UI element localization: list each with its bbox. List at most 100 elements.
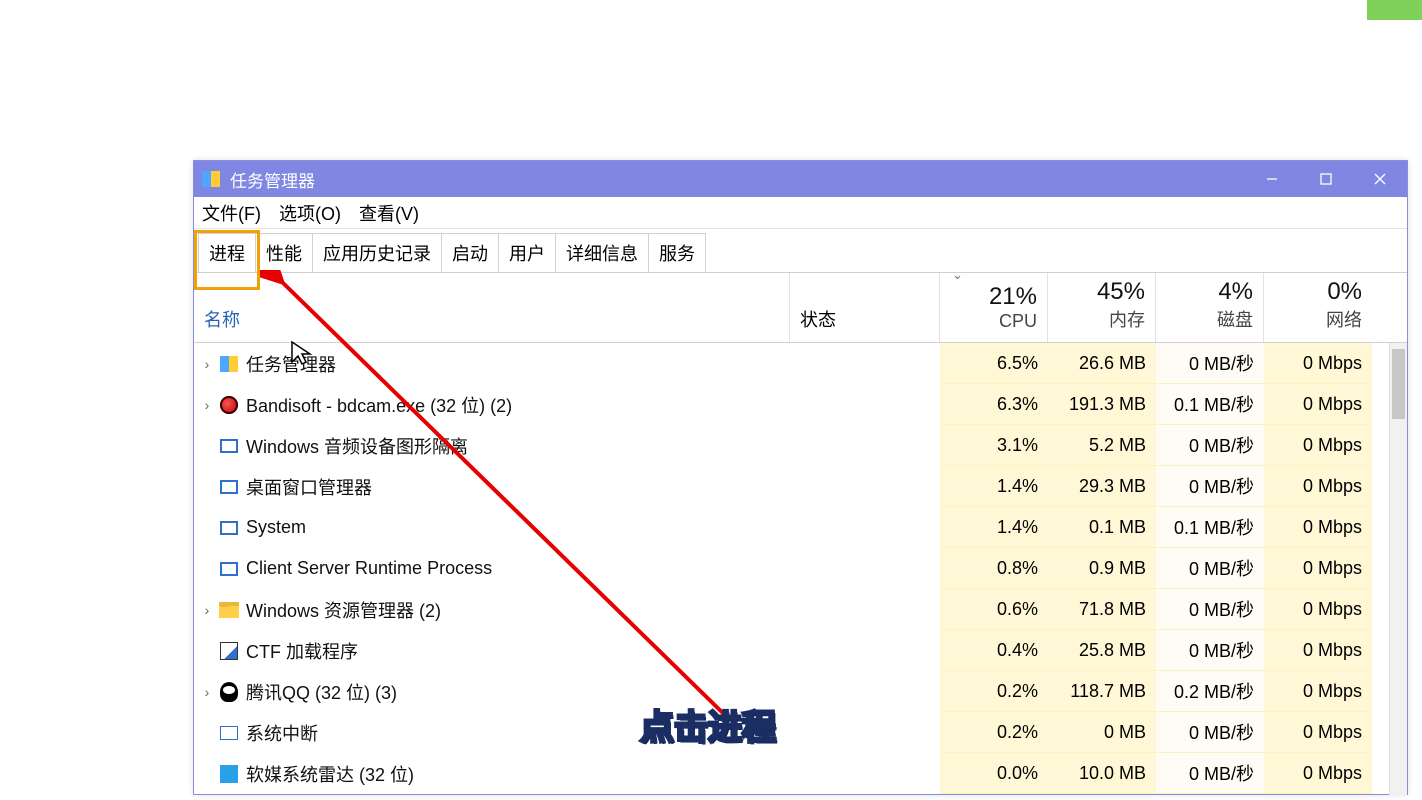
tab-performance[interactable]: 性能: [255, 233, 313, 272]
process-network: 0 Mbps: [1264, 507, 1372, 548]
table-row[interactable]: System1.4%0.1 MB0.1 MB/秒0 Mbps: [194, 507, 1407, 548]
tab-startup[interactable]: 启动: [441, 233, 499, 272]
process-cpu: 0.2%: [940, 671, 1048, 712]
table-row[interactable]: › 腾讯QQ (32 位) (3) 0.2%118.7 MB0.2 MB/秒0 Mb…: [194, 671, 1407, 712]
table-row[interactable]: › Windows 资源管理器 (2) 0.6%71.8 MB0 MB/秒0 Mbp…: [194, 589, 1407, 630]
process-icon: [218, 476, 240, 498]
process-cpu: 1.4%: [940, 466, 1048, 507]
process-network: 0 Mbps: [1264, 589, 1372, 630]
close-button[interactable]: [1353, 161, 1407, 197]
col-cpu[interactable]: ⌄ 21% CPU: [940, 273, 1048, 342]
table-row[interactable]: 系统中断0.2%0 MB0 MB/秒0 Mbps: [194, 712, 1407, 753]
col-cpu-pct: 21%: [989, 283, 1037, 311]
maximize-button[interactable]: [1299, 161, 1353, 197]
table-row[interactable]: 软媒系统雷达 (32 位)0.0%10.0 MB0 MB/秒0 Mbps: [194, 753, 1407, 794]
process-status: [790, 425, 940, 466]
process-icon: [218, 599, 240, 621]
table-rows: ›任务管理器6.5%26.6 MB0 MB/秒0 Mbps›Bandisoft …: [194, 343, 1407, 794]
table-row[interactable]: CTF 加载程序0.4%25.8 MB0 MB/秒0 Mbps: [194, 630, 1407, 671]
process-name: 腾讯QQ (32 位) (3): [246, 679, 397, 705]
process-disk: 0 MB/秒: [1156, 630, 1264, 671]
app-icon: [202, 171, 220, 187]
process-status: [790, 343, 940, 384]
table-row[interactable]: ›Bandisoft - bdcam.exe (32 位) (2)6.3%191…: [194, 384, 1407, 425]
col-cpu-label: CPU: [999, 311, 1037, 332]
process-icon: [218, 353, 240, 375]
menubar: 文件(F) 选项(O) 查看(V): [194, 197, 1407, 229]
process-status: [790, 589, 940, 630]
process-icon: [218, 394, 240, 416]
tabstrip: 进程 性能 应用历史记录 启动 用户 详细信息 服务: [194, 229, 1407, 273]
process-icon: [218, 558, 240, 580]
col-name-label: 名称: [204, 306, 779, 332]
process-network: 0 Mbps: [1264, 466, 1372, 507]
process-status: [790, 671, 940, 712]
process-memory: 10.0 MB: [1048, 753, 1156, 794]
process-name: 系统中断: [246, 720, 318, 746]
col-disk-pct: 4%: [1218, 278, 1253, 306]
process-network: 0 Mbps: [1264, 753, 1372, 794]
process-disk: 0 MB/秒: [1156, 753, 1264, 794]
process-disk: 0 MB/秒: [1156, 589, 1264, 630]
process-cpu: 0.6%: [940, 589, 1048, 630]
col-mem-pct: 45%: [1097, 278, 1145, 306]
tab-app-history[interactable]: 应用历史记录: [312, 233, 442, 272]
process-status: [790, 548, 940, 589]
process-memory: 118.7 MB: [1048, 671, 1156, 712]
process-icon: [218, 640, 240, 662]
col-network[interactable]: 0% 网络: [1264, 273, 1372, 342]
table-row[interactable]: Client Server Runtime Process0.8%0.9 MB0…: [194, 548, 1407, 589]
menu-file[interactable]: 文件(F): [202, 198, 261, 228]
process-icon: [218, 722, 240, 744]
process-memory: 71.8 MB: [1048, 589, 1156, 630]
process-status: [790, 507, 940, 548]
process-cpu: 0.2%: [940, 712, 1048, 753]
process-status: [790, 712, 940, 753]
process-memory: 25.8 MB: [1048, 630, 1156, 671]
table-row[interactable]: ›任务管理器6.5%26.6 MB0 MB/秒0 Mbps: [194, 343, 1407, 384]
col-status[interactable]: 状态: [790, 273, 940, 342]
process-cpu: 0.8%: [940, 548, 1048, 589]
expand-chevron-icon[interactable]: ›: [198, 397, 216, 413]
process-name: Windows 音频设备图形隔离: [246, 433, 468, 459]
expand-chevron-icon[interactable]: ›: [198, 684, 216, 700]
menu-options[interactable]: 选项(O): [279, 198, 341, 228]
process-status: [790, 630, 940, 671]
table-row[interactable]: 桌面窗口管理器1.4%29.3 MB0 MB/秒0 Mbps: [194, 466, 1407, 507]
scrollbar[interactable]: [1389, 343, 1407, 795]
process-disk: 0 MB/秒: [1156, 712, 1264, 753]
tab-details[interactable]: 详细信息: [555, 233, 649, 272]
col-memory[interactable]: 45% 内存: [1048, 273, 1156, 342]
process-status: [790, 466, 940, 507]
titlebar[interactable]: 任务管理器: [194, 161, 1407, 197]
scroll-thumb[interactable]: [1392, 349, 1405, 419]
process-name: System: [246, 517, 306, 538]
tab-services[interactable]: 服务: [648, 233, 706, 272]
process-name: Windows 资源管理器 (2): [246, 597, 441, 623]
expand-chevron-icon[interactable]: ›: [198, 602, 216, 618]
process-cpu: 3.1%: [940, 425, 1048, 466]
col-mem-label: 内存: [1109, 306, 1145, 332]
process-cpu: 6.5%: [940, 343, 1048, 384]
col-disk-label: 磁盘: [1217, 306, 1253, 332]
process-memory: 0 MB: [1048, 712, 1156, 753]
expand-chevron-icon[interactable]: ›: [198, 356, 216, 372]
col-disk[interactable]: 4% 磁盘: [1156, 273, 1264, 342]
minimize-button[interactable]: [1245, 161, 1299, 197]
process-cpu: 0.4%: [940, 630, 1048, 671]
sort-chevron-icon: ⌄: [952, 267, 963, 283]
process-icon: [218, 517, 240, 539]
process-name: 任务管理器: [246, 351, 336, 377]
process-disk: 0.2 MB/秒: [1156, 671, 1264, 712]
tab-users[interactable]: 用户: [498, 233, 556, 272]
tab-processes[interactable]: 进程: [198, 233, 256, 272]
col-name[interactable]: 名称: [194, 273, 790, 342]
menu-view[interactable]: 查看(V): [359, 198, 419, 228]
process-network: 0 Mbps: [1264, 671, 1372, 712]
process-name: 桌面窗口管理器: [246, 474, 372, 500]
process-disk: 0 MB/秒: [1156, 343, 1264, 384]
annotation-caption: 点击进程: [640, 700, 776, 749]
process-network: 0 Mbps: [1264, 343, 1372, 384]
process-disk: 0.1 MB/秒: [1156, 384, 1264, 425]
table-row[interactable]: Windows 音频设备图形隔离3.1%5.2 MB0 MB/秒0 Mbps: [194, 425, 1407, 466]
